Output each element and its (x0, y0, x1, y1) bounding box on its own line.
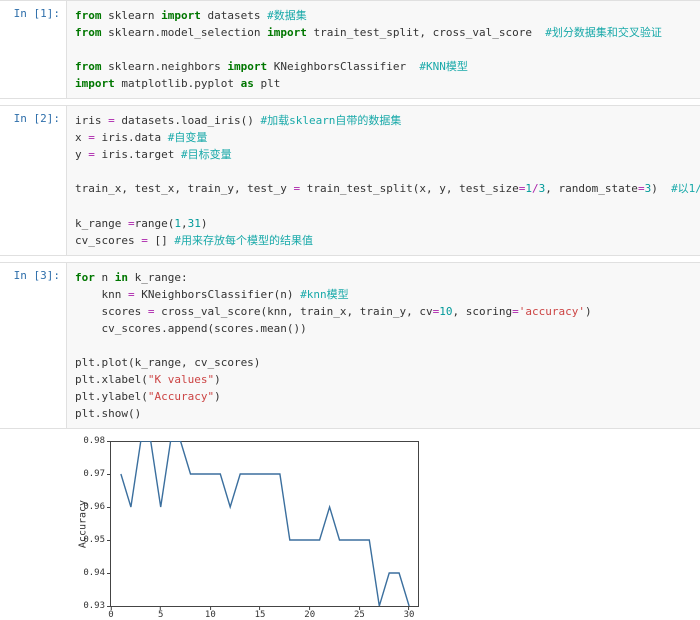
line-chart: Accuracy 0.930.940.950.960.970.980510152… (110, 441, 419, 607)
notebook-cell-2: In [2]: iris = datasets.load_iris() #加载s… (0, 105, 700, 255)
chart-xtick: 30 (404, 610, 415, 620)
chart-xtick: 25 (354, 610, 365, 620)
prompt-cell-2: In [2]: (0, 106, 66, 254)
chart-ytick: 0.93 (75, 601, 105, 611)
chart-ytick: 0.97 (75, 469, 105, 479)
notebook-cell-1: In [1]: from sklearn import datasets #数据… (0, 0, 700, 99)
chart-ytick: 0.95 (75, 535, 105, 545)
code-area-2[interactable]: iris = datasets.load_iris() #加载sklearn自带… (66, 106, 700, 254)
chart-ytick: 0.94 (75, 568, 105, 578)
prompt-cell-1: In [1]: (0, 1, 66, 98)
code-area-3[interactable]: for n in k_range: knn = KNeighborsClassi… (66, 263, 700, 428)
chart-xtick: 10 (205, 610, 216, 620)
output-area: Accuracy 0.930.940.950.960.970.980510152… (56, 435, 700, 615)
chart-ytick: 0.98 (75, 436, 105, 446)
chart-ytick: 0.96 (75, 502, 105, 512)
chart-xtick: 0 (108, 610, 113, 620)
chart-xtick: 20 (304, 610, 315, 620)
prompt-label: In [1]: (14, 7, 60, 20)
code-area-1[interactable]: from sklearn import datasets #数据集 from s… (66, 1, 700, 98)
notebook-cell-3: In [3]: for n in k_range: knn = KNeighbo… (0, 262, 700, 429)
chart-line-svg (111, 441, 419, 606)
prompt-cell-3: In [3]: (0, 263, 66, 428)
prompt-label: In [3]: (14, 269, 60, 282)
code-block-3: for n in k_range: knn = KNeighborsClassi… (75, 269, 692, 422)
code-block-2: iris = datasets.load_iris() #加载sklearn自带… (75, 112, 692, 248)
code-block-1: from sklearn import datasets #数据集 from s… (75, 7, 692, 92)
prompt-label: In [2]: (14, 112, 60, 125)
chart-xtick: 5 (158, 610, 163, 620)
chart-xtick: 15 (255, 610, 266, 620)
